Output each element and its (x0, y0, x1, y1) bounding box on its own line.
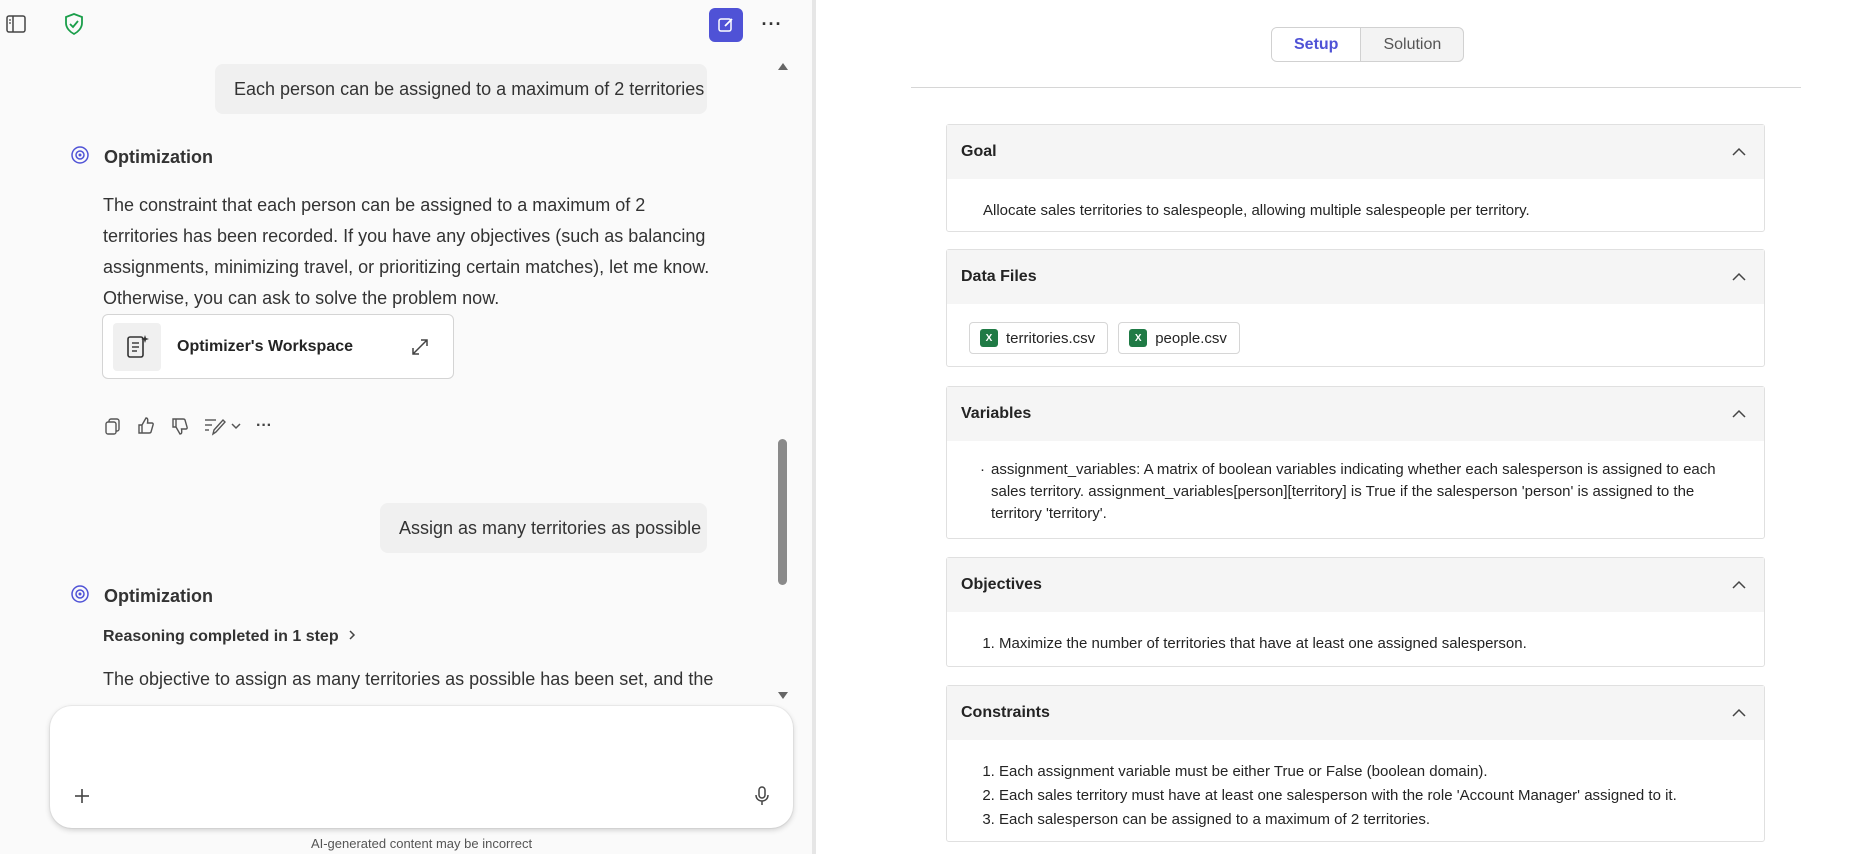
expand-icon[interactable] (411, 338, 429, 356)
objectives-body: Maximize the number of territories that … (947, 612, 1764, 675)
user-message: Assign as many territories as possible (380, 503, 707, 553)
goal-section: Goal Allocate sales territories to sales… (946, 124, 1765, 232)
file-name: people.csv (1155, 329, 1227, 347)
copy-icon[interactable] (104, 417, 122, 435)
data-files-section: Data Files X territories.csv X people.cs… (946, 249, 1765, 367)
bot-header: Optimization (70, 584, 213, 609)
scroll-up-arrow[interactable] (777, 58, 789, 70)
document-sparkle-icon (113, 322, 161, 371)
section-title: Goal (961, 143, 997, 160)
chevron-up-icon[interactable] (1732, 147, 1746, 157)
chevron-up-icon[interactable] (1732, 708, 1746, 718)
variables-section-header[interactable]: Variables (947, 387, 1764, 441)
scrollbar-thumb[interactable] (778, 439, 787, 585)
constraints-body: Each assignment variable must be either … (947, 740, 1764, 852)
workspace-card-label: Optimizer's Workspace (177, 337, 354, 355)
constraint-item: Each salesperson can be assigned to a ma… (999, 808, 1728, 832)
bot-name: Optimization (104, 147, 213, 167)
more-options-icon[interactable]: ··· (760, 12, 784, 36)
scroll-down-arrow[interactable] (777, 688, 789, 700)
tab-solution[interactable]: Solution (1361, 28, 1463, 61)
bot-name: Optimization (104, 586, 213, 606)
sidebar-toggle-icon[interactable] (4, 12, 28, 36)
edit-icon[interactable] (204, 416, 226, 436)
goal-section-header[interactable]: Goal (947, 125, 1764, 179)
constraints-section-header[interactable]: Constraints (947, 686, 1764, 740)
section-title: Constraints (961, 704, 1050, 721)
bot-message: The constraint that each person can be a… (103, 195, 710, 308)
new-chat-button[interactable] (709, 8, 743, 42)
user-message: Each person can be assigned to a maximum… (215, 64, 707, 114)
workspace-pane: Setup Solution Goal Allocate sales terri… (816, 0, 1854, 854)
setup-solution-tabs: Setup Solution (1271, 27, 1465, 62)
chevron-right-icon (347, 628, 357, 646)
file-chip-people[interactable]: X people.csv (1118, 322, 1240, 354)
thumbs-up-icon[interactable] (136, 416, 156, 436)
chevron-down-icon[interactable] (230, 420, 242, 432)
section-title: Variables (961, 405, 1032, 422)
reasoning-label: Reasoning completed in 1 step (103, 628, 339, 645)
chat-composer (50, 706, 793, 828)
more-icon[interactable]: ··· (256, 417, 272, 435)
variable-item: assignment_variables: A matrix of boolea… (991, 461, 1716, 522)
variables-section: Variables · assignment_variables: A matr… (946, 386, 1765, 539)
thumbs-down-icon[interactable] (170, 416, 190, 436)
section-title: Objectives (961, 576, 1042, 593)
reasoning-toggle[interactable]: Reasoning completed in 1 step (103, 628, 357, 646)
constraints-section: Constraints Each assignment variable mus… (946, 685, 1765, 842)
optimization-bot-icon (70, 145, 90, 170)
optimizer-workspace-card[interactable]: Optimizer's Workspace (102, 314, 454, 379)
variables-body: · assignment_variables: A matrix of bool… (947, 441, 1764, 525)
microphone-icon[interactable] (750, 784, 774, 808)
chevron-up-icon[interactable] (1732, 409, 1746, 419)
objective-item: Maximize the number of territories that … (999, 635, 1728, 652)
ai-disclaimer: AI-generated content may be incorrect (310, 836, 533, 851)
bot-header: Optimization (70, 145, 213, 170)
chat-pane: ··· Each person can be assigned to a max… (0, 0, 812, 854)
excel-file-icon: X (980, 329, 998, 347)
shield-check-icon[interactable] (62, 12, 86, 36)
optimization-bot-icon (70, 584, 90, 609)
objectives-section: Objectives Maximize the number of territ… (946, 557, 1765, 667)
bullet: · (980, 461, 985, 478)
constraint-item: Each assignment variable must be either … (999, 760, 1728, 784)
data-files-section-header[interactable]: Data Files (947, 250, 1764, 304)
section-title: Data Files (961, 268, 1037, 285)
objectives-section-header[interactable]: Objectives (947, 558, 1764, 612)
tab-setup[interactable]: Setup (1272, 28, 1362, 61)
file-chip-territories[interactable]: X territories.csv (969, 322, 1109, 354)
message-actions: ··· (104, 416, 272, 436)
goal-text: Allocate sales territories to salespeopl… (983, 202, 1530, 219)
divider-line (911, 87, 1801, 88)
plus-icon[interactable] (70, 784, 94, 808)
data-files-list: X territories.csv X people.csv (947, 304, 1764, 372)
chevron-up-icon[interactable] (1732, 272, 1746, 282)
file-name: territories.csv (1006, 329, 1096, 347)
excel-file-icon: X (1129, 329, 1148, 347)
message-input[interactable] (72, 722, 762, 762)
compose-icon (718, 18, 733, 32)
bot-message: The objective to assign as many territor… (103, 669, 714, 689)
chevron-up-icon[interactable] (1732, 580, 1746, 590)
constraint-item: Each sales territory must have at least … (999, 784, 1728, 808)
